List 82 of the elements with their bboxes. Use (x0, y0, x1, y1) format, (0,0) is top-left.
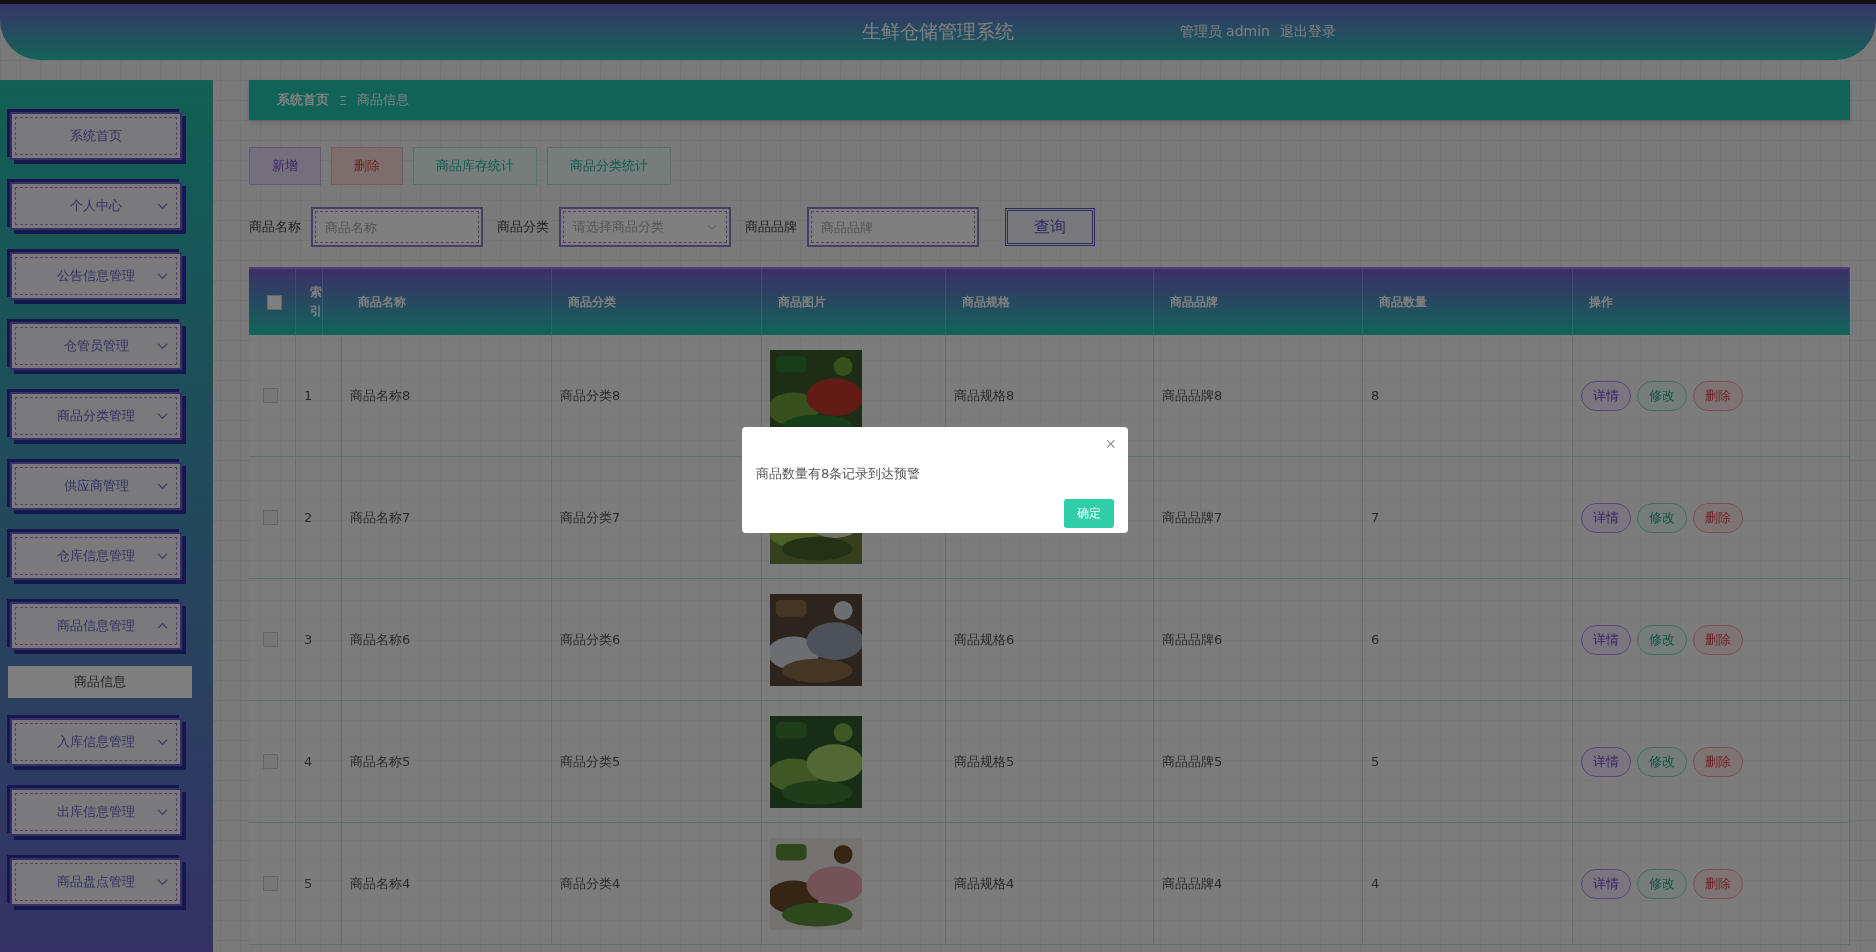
field-label: 商品品牌 (745, 218, 797, 236)
table-cell: 5 (304, 876, 313, 891)
table-cell: 4 (1371, 876, 1380, 891)
chevron-icon (157, 342, 168, 350)
table-cell: 商品品牌6 (1162, 630, 1223, 649)
table-cell: 商品名称7 (350, 508, 411, 527)
table-cell: 商品名称4 (350, 874, 411, 893)
table-cell: 5 (1371, 754, 1380, 769)
action-button[interactable]: 详情 (1581, 868, 1631, 899)
table-cell: 商品品牌4 (1162, 874, 1223, 893)
chevron-icon (157, 808, 168, 816)
action-button[interactable]: 修改 (1637, 380, 1687, 411)
table-cell: 商品分类6 (560, 630, 621, 649)
table-cell: 4 (304, 754, 313, 769)
action-button[interactable]: 修改 (1637, 868, 1687, 899)
confirm-button[interactable]: 确定 (1064, 499, 1114, 528)
column-header: 索引 (310, 283, 322, 320)
breadcrumb-link[interactable]: 系统首页 (277, 91, 329, 109)
chevron-icon (157, 202, 168, 210)
action-button[interactable]: 删除 (1693, 746, 1743, 777)
logout-link[interactable]: 退出登录 (1280, 23, 1336, 41)
toolbar-button[interactable]: 新增 (249, 147, 321, 185)
field-label: 商品名称 (249, 218, 301, 236)
table-cell: 商品名称5 (350, 752, 411, 771)
system-title: 生鲜仓储管理系统 (862, 19, 1014, 44)
toolbar-button[interactable]: 商品分类统计 (547, 147, 671, 185)
column-header: 商品数量 (1379, 293, 1427, 311)
table-cell: 商品分类4 (560, 874, 621, 893)
table-cell: 商品分类5 (560, 752, 621, 771)
action-button[interactable]: 详情 (1581, 746, 1631, 777)
action-button[interactable]: 修改 (1637, 746, 1687, 777)
chevron-icon (157, 272, 168, 280)
breadcrumb-link[interactable]: 商品信息 (357, 91, 410, 109)
column-header: 商品品牌 (1170, 293, 1218, 311)
table-cell: 商品规格4 (954, 874, 1015, 893)
submenu-item[interactable]: 商品信息 (8, 666, 192, 698)
query-button[interactable]: 查询 (1005, 208, 1095, 246)
checkbox[interactable] (267, 294, 282, 310)
table-cell: 商品名称8 (350, 386, 411, 405)
breadcrumb-separator: Ξ (339, 92, 348, 108)
column-header: 商品名称 (358, 293, 406, 311)
chevron-icon (157, 482, 168, 490)
table-cell: 8 (1371, 388, 1380, 403)
table-cell: 商品品牌8 (1162, 386, 1223, 405)
column-header: 操作 (1589, 293, 1613, 311)
table-cell: 商品品牌7 (1162, 508, 1223, 527)
user-name: 管理员 admin (1179, 23, 1270, 41)
chevron-icon (157, 552, 168, 560)
action-button[interactable]: 修改 (1637, 502, 1687, 533)
table-cell: 2 (304, 510, 313, 525)
table-cell: 6 (1371, 632, 1380, 647)
chevron-icon (707, 223, 717, 231)
chevron-icon (157, 878, 168, 886)
table-cell: 商品分类8 (560, 386, 621, 405)
toolbar-button[interactable]: 商品库存统计 (413, 147, 537, 185)
action-button[interactable]: 删除 (1693, 502, 1743, 533)
action-button[interactable]: 详情 (1581, 502, 1631, 533)
chevron-icon (157, 738, 168, 746)
chevron-icon (157, 412, 168, 420)
table-cell: 商品名称6 (350, 630, 411, 649)
action-button[interactable]: 删除 (1693, 380, 1743, 411)
dialog-message: 商品数量有8条记录到达预警 (756, 465, 922, 483)
table-cell: 3 (304, 632, 313, 647)
action-button[interactable]: 详情 (1581, 380, 1631, 411)
action-button[interactable]: 删除 (1693, 868, 1743, 899)
toolbar-button[interactable]: 删除 (331, 147, 403, 185)
column-header: 商品图片 (778, 293, 826, 311)
table-cell: 商品规格8 (954, 386, 1015, 405)
field-label: 商品分类 (497, 218, 549, 236)
table-cell: 商品规格6 (954, 630, 1015, 649)
chevron-icon (157, 622, 168, 630)
action-button[interactable]: 删除 (1693, 624, 1743, 655)
column-header: 商品分类 (568, 293, 616, 311)
table-cell: 商品品牌5 (1162, 752, 1223, 771)
close-button[interactable]: × (1105, 435, 1116, 453)
table-cell: 商品规格5 (954, 752, 1015, 771)
table-cell: 商品分类7 (560, 508, 621, 527)
table-cell: 1 (304, 388, 313, 403)
action-button[interactable]: 详情 (1581, 624, 1631, 655)
table-cell: 7 (1371, 510, 1380, 525)
action-button[interactable]: 修改 (1637, 624, 1687, 655)
column-header: 商品规格 (962, 293, 1010, 311)
